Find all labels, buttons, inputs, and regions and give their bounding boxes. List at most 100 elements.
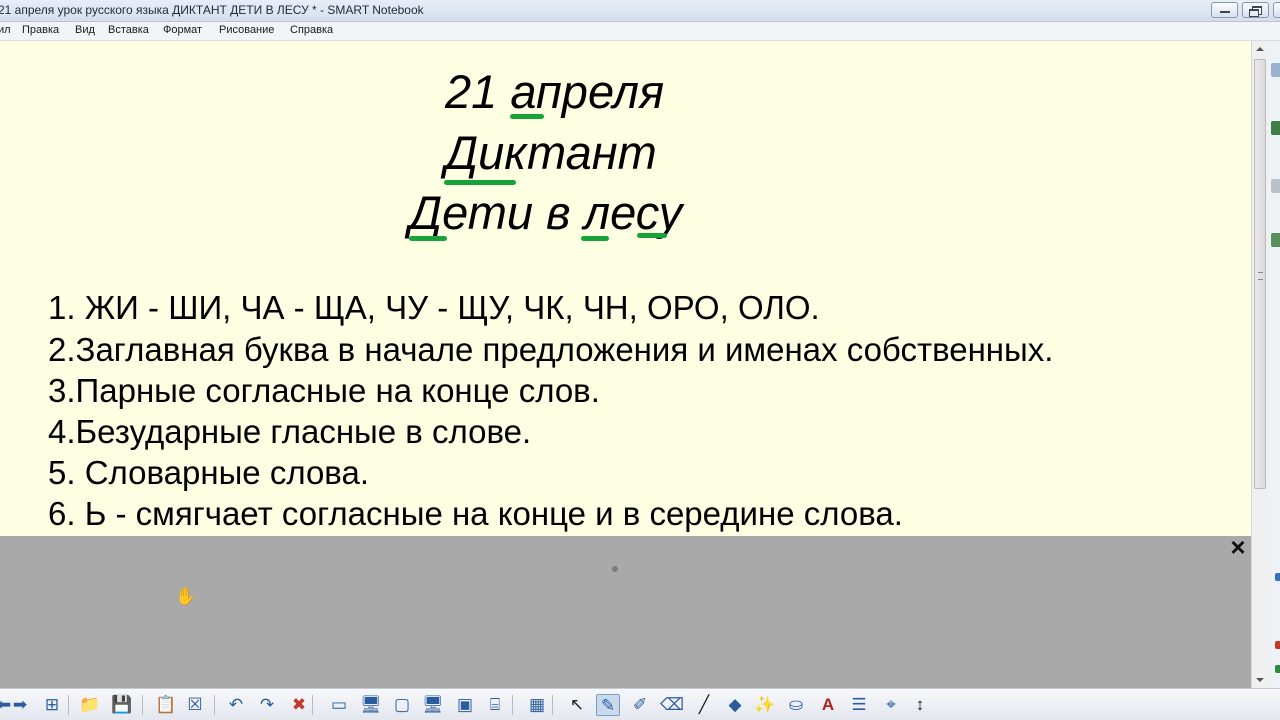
rule-item[interactable]: 6. Ь - смягчает согласные на конце и в с… bbox=[48, 497, 903, 530]
properties-button[interactable]: ☰ bbox=[847, 694, 871, 716]
underline-mark[interactable] bbox=[510, 114, 544, 119]
underline-mark[interactable] bbox=[581, 236, 609, 241]
monitor-icon: 🖥 bbox=[360, 695, 382, 714]
screen-shade[interactable] bbox=[0, 536, 1251, 688]
rule-item[interactable]: 4.Безударные гласные в слове. bbox=[48, 415, 531, 448]
scroll-thumb[interactable] bbox=[1254, 59, 1266, 489]
shape-recognition-icon: ⌖ bbox=[886, 695, 896, 714]
next-page-button[interactable]: ➡ bbox=[8, 694, 32, 716]
full-screen-button[interactable]: 🖥 bbox=[359, 694, 383, 716]
monitor-outline-icon: ▢ bbox=[393, 695, 411, 714]
scroll-up-arrow-icon[interactable] bbox=[1252, 41, 1268, 57]
redo-icon: ↷ bbox=[259, 695, 275, 714]
creative-pen-icon: ✐ bbox=[632, 695, 648, 714]
menu-format[interactable]: Формат bbox=[163, 24, 202, 36]
rule-item[interactable]: 5. Словарные слова. bbox=[48, 456, 369, 489]
underline-mark[interactable] bbox=[637, 233, 667, 238]
lesson-type[interactable]: Диктант bbox=[445, 129, 657, 176]
up-down-arrow-icon: ↕ bbox=[915, 695, 925, 714]
close-shade-button[interactable]: × bbox=[1227, 534, 1249, 560]
save-button[interactable]: 💾 bbox=[110, 694, 134, 716]
delete-button[interactable]: ✖ bbox=[287, 694, 311, 716]
screen-shade-icon: ▭ bbox=[330, 695, 348, 714]
minimize-icon bbox=[1212, 3, 1237, 17]
restore-icon bbox=[1243, 3, 1268, 17]
window-titlebar: 21 апреля урок русского языка ДИКТАНТ ДЕ… bbox=[0, 0, 1280, 22]
screen-shade-button[interactable]: ▭ bbox=[327, 694, 351, 716]
select-button[interactable]: ↖ bbox=[565, 694, 589, 716]
document-camera-button[interactable]: ⌸ bbox=[483, 694, 507, 716]
toolbar-separator bbox=[512, 695, 513, 715]
gallery-tab[interactable] bbox=[1271, 121, 1280, 135]
transparent-mode-button[interactable]: ▢ bbox=[390, 694, 414, 716]
menu-file[interactable]: ил bbox=[0, 24, 11, 36]
bottom-toolbar: ➡➡⊞📁💾📋☒↶↷✖▭🖥▢🖥▣⌸▦↖✎✐⌫╱◆✨⛀A☰⌖↕ bbox=[0, 688, 1280, 720]
menu-view[interactable]: Вид bbox=[75, 24, 95, 36]
toolbar-separator bbox=[552, 695, 553, 715]
paste-button[interactable]: 📋 bbox=[154, 694, 178, 716]
eraser-icon: ⌫ bbox=[660, 695, 685, 714]
rule-item[interactable]: 1. ЖИ - ШИ, ЧА - ЩА, ЧУ - ЩУ, ЧК, ЧН, ОР… bbox=[48, 291, 820, 324]
underline-mark[interactable] bbox=[409, 236, 447, 241]
menu-edit[interactable]: Правка bbox=[22, 24, 59, 36]
minimize-button[interactable] bbox=[1211, 2, 1238, 18]
folder-icon: 📁 bbox=[79, 695, 101, 714]
dictation-title[interactable]: Дети в лесу bbox=[409, 189, 682, 236]
window-title: 21 апреля урок русского языка ДИКТАНТ ДЕ… bbox=[0, 3, 424, 17]
move-toolbar-button[interactable]: ↕ bbox=[908, 694, 932, 716]
toolbar-separator bbox=[142, 695, 143, 715]
lesson-date[interactable]: 21 апреля bbox=[445, 68, 664, 115]
underline-mark[interactable] bbox=[444, 180, 516, 185]
toolbar-separator bbox=[68, 695, 69, 715]
side-indicator bbox=[1275, 665, 1280, 673]
monitor-dual-icon: 🖥 bbox=[422, 695, 444, 714]
fill-button[interactable]: ⛀ bbox=[784, 694, 808, 716]
rule-item[interactable]: 3.Парные согласные на конце слов. bbox=[48, 374, 600, 407]
restore-button[interactable] bbox=[1242, 2, 1269, 18]
properties-icon: ☰ bbox=[851, 695, 867, 714]
toolbar-separator bbox=[312, 695, 313, 715]
dual-page-button[interactable]: 🖥 bbox=[421, 694, 445, 716]
pen-button[interactable]: ✎ bbox=[596, 694, 620, 716]
insert-table-button[interactable]: ▦ bbox=[525, 694, 549, 716]
pointer-arrow-icon: ↖ bbox=[569, 695, 585, 714]
delete-x-icon: ✖ bbox=[291, 695, 307, 714]
close-window-button[interactable] bbox=[1273, 2, 1280, 18]
open-file-button[interactable]: 📁 bbox=[78, 694, 102, 716]
table-icon: ▦ bbox=[528, 695, 546, 714]
save-icon: 💾 bbox=[111, 695, 133, 714]
scroll-down-arrow-icon[interactable] bbox=[1252, 672, 1268, 688]
hand-cursor-icon: ✋ bbox=[175, 587, 197, 606]
add-page-button[interactable]: ⊞ bbox=[40, 694, 64, 716]
attachments-tab[interactable] bbox=[1271, 179, 1280, 193]
redo-button[interactable]: ↷ bbox=[255, 694, 279, 716]
magic-pen-icon: ✨ bbox=[754, 695, 776, 714]
undo-icon: ↶ bbox=[228, 695, 244, 714]
text-button[interactable]: A bbox=[816, 694, 840, 716]
properties-tab[interactable] bbox=[1271, 233, 1280, 247]
add-page-icon: ⊞ bbox=[44, 695, 60, 714]
pen-icon: ✎ bbox=[600, 696, 616, 715]
menu-help[interactable]: Справка bbox=[290, 24, 333, 36]
undo-button[interactable]: ↶ bbox=[224, 694, 248, 716]
vertical-scrollbar[interactable] bbox=[1251, 41, 1268, 688]
page-sorter-tab[interactable] bbox=[1271, 63, 1280, 77]
side-tabs bbox=[1268, 41, 1280, 688]
shade-handle[interactable] bbox=[612, 566, 618, 572]
line-button[interactable]: ╱ bbox=[692, 694, 716, 716]
menu-insert[interactable]: Вставка bbox=[108, 24, 149, 36]
shape-recognition-button[interactable]: ⌖ bbox=[879, 694, 903, 716]
screen-capture-button[interactable]: ▣ bbox=[453, 694, 477, 716]
delete-page-button[interactable]: ☒ bbox=[183, 694, 207, 716]
eraser-button[interactable]: ⌫ bbox=[660, 694, 684, 716]
document-camera-icon: ⌸ bbox=[489, 695, 501, 714]
rule-item[interactable]: 2.Заглавная буква в начале предложения и… bbox=[48, 333, 1053, 366]
menu-draw[interactable]: Рисование bbox=[219, 24, 274, 36]
arrow-right-icon: ➡ bbox=[12, 695, 28, 714]
magic-pen-button[interactable]: ✨ bbox=[753, 694, 777, 716]
paste-icon: 📋 bbox=[155, 695, 177, 714]
shapes-button[interactable]: ◆ bbox=[723, 694, 747, 716]
creative-pen-button[interactable]: ✐ bbox=[628, 694, 652, 716]
line-icon: ╱ bbox=[698, 695, 710, 714]
scroll-grip-icon bbox=[1258, 272, 1263, 280]
